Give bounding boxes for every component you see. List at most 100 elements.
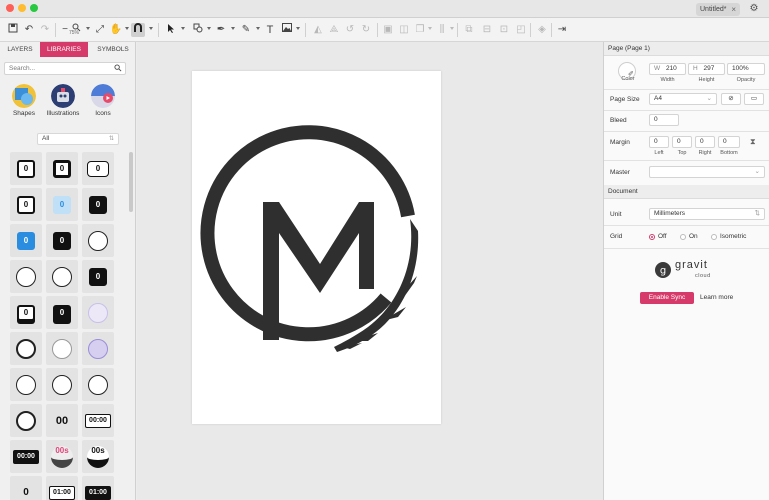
magnet-icon[interactable] <box>131 23 145 37</box>
minimize-window-button[interactable] <box>18 4 26 12</box>
library-item[interactable]: 0 <box>82 152 114 185</box>
master-select[interactable]: ⌄ <box>649 166 765 178</box>
path-ops-icon[interactable]: ⟁ <box>327 23 341 37</box>
enable-sync-button[interactable]: Enable Sync <box>640 292 694 304</box>
library-item[interactable] <box>10 404 42 437</box>
width-field[interactable]: W 210 <box>649 63 686 75</box>
library-item[interactable]: 0 <box>10 476 42 500</box>
pencil-dropdown-caret[interactable] <box>256 27 260 30</box>
left-panel-scrollbar[interactable] <box>129 152 133 212</box>
library-item[interactable]: 00s <box>82 440 114 473</box>
close-window-button[interactable] <box>6 4 14 12</box>
document-page[interactable] <box>192 71 441 424</box>
library-item[interactable]: 0 <box>46 188 78 221</box>
library-item[interactable] <box>46 260 78 293</box>
boolean-union-icon[interactable]: ⧉ <box>462 23 476 37</box>
unit-select[interactable]: Millimeters ⇅ <box>649 208 765 220</box>
align-dropdown-caret[interactable] <box>450 27 454 30</box>
image-dropdown-caret[interactable] <box>296 27 300 30</box>
pencil-tool-icon[interactable]: ✎ <box>239 23 253 37</box>
library-item[interactable] <box>82 296 114 329</box>
group-icon[interactable]: ▣ <box>381 23 395 37</box>
library-item[interactable] <box>10 260 42 293</box>
pen-dropdown-caret[interactable] <box>231 27 235 30</box>
export-icon[interactable]: ⇥ <box>555 23 569 37</box>
orientation-portrait-button[interactable]: ⊘ <box>721 93 741 105</box>
library-item[interactable] <box>46 332 78 365</box>
hand-tool-icon[interactable]: ✋ <box>109 23 123 37</box>
library-item[interactable]: 0 <box>46 224 78 257</box>
boolean-difference-icon[interactable]: ◰ <box>514 23 528 37</box>
grid-on-radio[interactable] <box>680 234 686 240</box>
document-tab[interactable]: Untitled* × <box>696 3 740 16</box>
library-item[interactable]: 01:00 <box>82 476 114 500</box>
tab-symbols[interactable]: SYMBOLS <box>90 42 136 57</box>
library-item[interactable]: 0 <box>82 260 114 293</box>
library-filter-select[interactable]: All ⇅ <box>37 133 119 145</box>
library-item[interactable] <box>82 224 114 257</box>
undo-icon[interactable]: ↶ <box>22 23 36 37</box>
library-item[interactable]: 00:00 <box>82 404 114 437</box>
logo-artwork[interactable] <box>192 71 441 424</box>
height-field[interactable]: H 297 <box>688 63 725 75</box>
pen-tool-icon[interactable]: ✒ <box>214 23 228 37</box>
library-item[interactable]: 00s <box>46 440 78 473</box>
close-tab-icon[interactable]: × <box>731 5 736 14</box>
image-tool-icon[interactable] <box>280 23 294 37</box>
mask-icon[interactable]: ◫ <box>397 23 411 37</box>
flip-icon[interactable]: ◭ <box>311 23 325 37</box>
library-item[interactable]: 0 <box>46 152 78 185</box>
shape-tool-icon[interactable] <box>191 23 205 37</box>
margin-right-field[interactable]: 0 <box>695 136 715 148</box>
library-item[interactable]: 0 <box>10 224 42 257</box>
snap-dropdown-caret[interactable] <box>149 27 153 30</box>
tab-libraries[interactable]: LIBRARIES <box>40 42 88 57</box>
library-item[interactable] <box>82 332 114 365</box>
redo-icon[interactable]: ↷ <box>38 23 52 37</box>
learn-more-link[interactable]: Learn more <box>700 294 733 301</box>
pointer-dropdown-caret[interactable] <box>181 27 185 30</box>
link-margins-icon[interactable]: ⧗ <box>750 137 756 147</box>
canvas[interactable] <box>137 42 603 500</box>
boolean-intersect-icon[interactable]: ⊡ <box>497 23 511 37</box>
library-item[interactable] <box>82 368 114 401</box>
library-shapes[interactable]: Shapes <box>6 84 42 117</box>
rotate-cw-icon[interactable]: ↻ <box>359 23 373 37</box>
page-size-select[interactable]: A4 ⌄ <box>649 93 717 105</box>
shape-dropdown-caret[interactable] <box>207 27 211 30</box>
library-item[interactable]: 0 <box>10 188 42 221</box>
tab-layers[interactable]: LAYERS <box>0 42 40 57</box>
arrange-dropdown-caret[interactable] <box>428 27 432 30</box>
zoom-dropdown-caret[interactable] <box>86 27 90 30</box>
library-item[interactable]: 00:00 <box>10 440 42 473</box>
library-item[interactable]: 01:00 <box>46 476 78 500</box>
boolean-subtract-icon[interactable]: ⊟ <box>480 23 494 37</box>
library-item[interactable] <box>10 332 42 365</box>
library-item[interactable] <box>10 368 42 401</box>
pointer-tool-icon[interactable] <box>164 23 178 37</box>
grid-isometric-radio[interactable] <box>711 234 717 240</box>
library-item[interactable]: 0 <box>10 296 42 329</box>
rotate-ccw-icon[interactable]: ↺ <box>343 23 357 37</box>
opacity-field[interactable]: 100% <box>727 63 765 75</box>
library-item[interactable]: 0 <box>10 152 42 185</box>
fit-page-icon[interactable]: ⤢ <box>93 23 107 37</box>
library-icons[interactable]: Icons <box>85 84 121 117</box>
orientation-landscape-button[interactable]: ▭ <box>744 93 764 105</box>
library-item[interactable] <box>46 368 78 401</box>
grid-off-radio[interactable] <box>649 234 655 240</box>
margin-top-field[interactable]: 0 <box>672 136 692 148</box>
library-item[interactable]: 0 <box>46 296 78 329</box>
align-icon[interactable]: ⫼ <box>435 23 449 37</box>
library-item[interactable]: 0 <box>82 188 114 221</box>
maximize-window-button[interactable] <box>30 4 38 12</box>
bleed-field[interactable]: 0 <box>649 114 679 126</box>
view-dropdown-caret[interactable] <box>125 27 129 30</box>
margin-left-field[interactable]: 0 <box>649 136 669 148</box>
margin-bottom-field[interactable]: 0 <box>718 136 740 148</box>
text-tool-icon[interactable]: T <box>263 23 277 37</box>
settings-icon[interactable]: ⚙ <box>748 3 760 15</box>
library-search-input[interactable]: Search... <box>4 62 126 75</box>
arrange-icon[interactable]: ❐ <box>413 23 427 37</box>
save-icon[interactable] <box>6 23 20 37</box>
